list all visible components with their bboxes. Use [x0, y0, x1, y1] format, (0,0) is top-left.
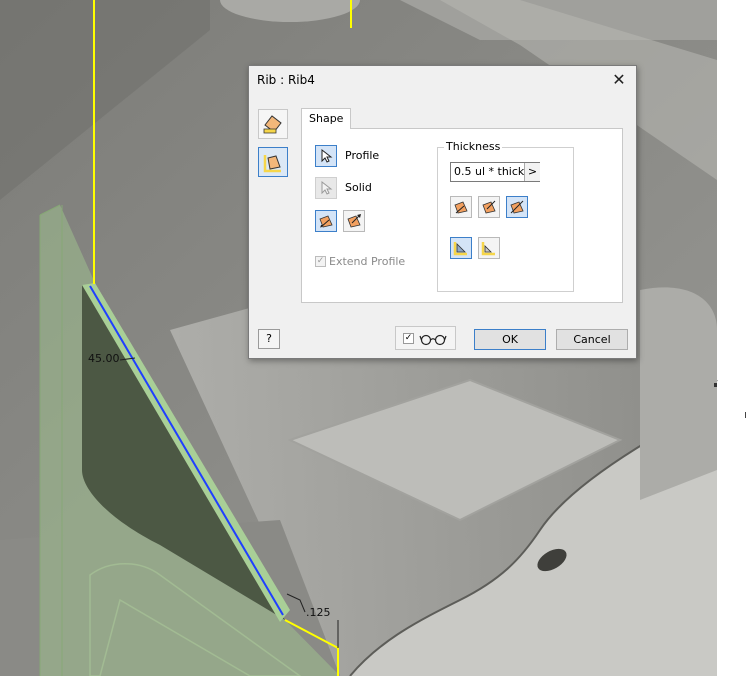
extend-profile-label: Extend Profile [329, 255, 406, 268]
rib-direction-icon [319, 215, 333, 228]
dialog-title: Rib : Rib4 [257, 73, 315, 87]
rib-dialog: Rib : Rib4 ✕ Shape Profile Solid ✓ Exten… [248, 65, 637, 359]
tab-shape[interactable]: Shape [301, 108, 352, 129]
thickness-flyout-button[interactable]: > [524, 163, 540, 181]
preview-checkbox[interactable]: ✓ [403, 333, 414, 344]
profile-label: Profile [345, 149, 380, 162]
extend-profile-checkbox[interactable]: ✓ [315, 256, 326, 267]
thickness-symmetric-button[interactable] [506, 196, 528, 218]
ok-button[interactable]: OK [474, 329, 546, 350]
viewport-edge [717, 0, 746, 676]
rib-parallel-to-sketch-button[interactable] [258, 147, 288, 177]
rib-extent-finite-icon [481, 242, 495, 256]
help-button[interactable]: ? [258, 329, 280, 349]
rib-normal-to-sketch-button[interactable] [258, 109, 288, 139]
taper-finite-button[interactable] [478, 237, 500, 259]
solid-select-button[interactable] [315, 177, 337, 199]
profile-select-button[interactable] [315, 145, 337, 167]
angle-dimension[interactable]: 45.00 [88, 352, 120, 365]
thickness-dimension[interactable]: .125 [306, 606, 331, 619]
rib-parallel-to-sketch-icon [263, 155, 281, 173]
thickness-side-1-icon [454, 201, 468, 214]
cursor-arrow-icon [321, 148, 333, 163]
close-x-icon: ✕ [612, 70, 626, 89]
close-button[interactable]: ✕ [608, 69, 630, 91]
preview-toggle[interactable]: ✓ [395, 326, 456, 350]
cancel-button[interactable]: Cancel [556, 329, 628, 350]
thickness-side-1-button[interactable] [450, 196, 472, 218]
rib-direction-flip-icon [347, 214, 361, 228]
glasses-icon [419, 334, 447, 346]
thickness-group: Thickness 0.5 ul * thickn > [437, 140, 574, 292]
direction-1-button[interactable] [315, 210, 337, 232]
rib-normal-to-sketch-icon [263, 115, 282, 134]
thickness-side-2-button[interactable] [478, 196, 500, 218]
thickness-side-2-icon [482, 200, 496, 214]
solid-label: Solid [345, 181, 372, 194]
thickness-symmetric-icon [510, 200, 524, 214]
taper-inside-button[interactable] [450, 237, 472, 259]
direction-2-button[interactable] [343, 210, 365, 232]
thickness-group-label: Thickness [444, 140, 503, 153]
shape-panel: Profile Solid ✓ Extend Profile Thickness… [301, 128, 623, 303]
cursor-arrow-icon [321, 180, 333, 195]
rib-extent-to-next-icon [453, 242, 467, 256]
